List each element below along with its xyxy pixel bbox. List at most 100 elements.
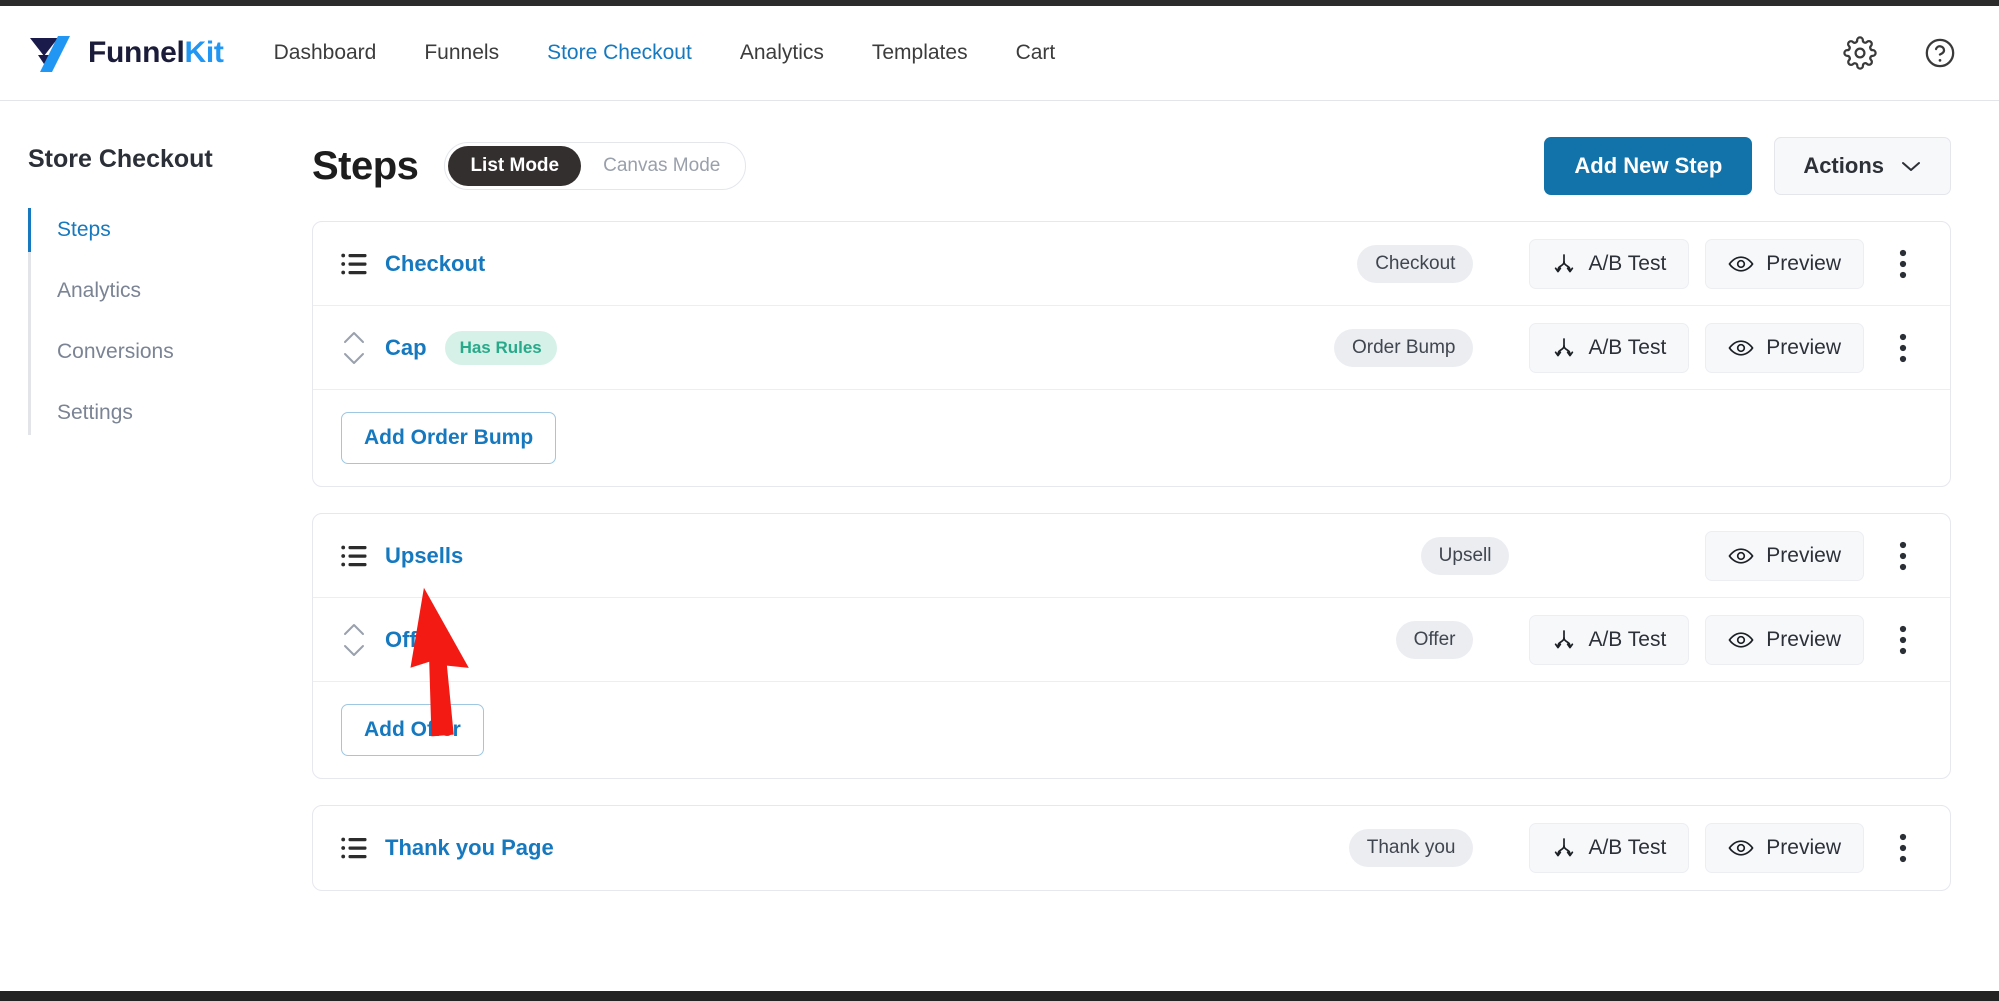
step-row-menu-button[interactable] bbox=[1886, 242, 1920, 286]
preview-label: Preview bbox=[1766, 627, 1841, 651]
preview-button[interactable]: Preview bbox=[1705, 322, 1864, 373]
step-row-menu-button[interactable] bbox=[1886, 618, 1920, 662]
browser-bottom-edge bbox=[0, 991, 1999, 1001]
step-row: Thank you Page Thank you A/B Test Previe… bbox=[313, 806, 1950, 890]
step-row-actions: A/B Test Preview bbox=[1529, 322, 1920, 373]
step-row-type: Thank you bbox=[913, 829, 1474, 867]
add-new-step-button[interactable]: Add New Step bbox=[1544, 137, 1753, 195]
add-step-row: Add Order Bump bbox=[313, 390, 1950, 486]
eye-icon bbox=[1728, 547, 1754, 564]
sort-updown-icon[interactable] bbox=[341, 618, 367, 662]
step-row-left: Thank you Page bbox=[341, 835, 554, 861]
thankyou-card: Thank you Page Thank you A/B Test Previe… bbox=[312, 805, 1951, 891]
top-nav-item-analytics[interactable]: Analytics bbox=[740, 41, 824, 65]
step-row-actions: A/B Test Preview bbox=[1565, 530, 1920, 581]
sidebar-item-conversions[interactable]: Conversions bbox=[31, 330, 290, 374]
more-vertical-icon[interactable] bbox=[1899, 541, 1907, 571]
header-actions: Add New Step Actions bbox=[1544, 137, 1951, 195]
sidebar-title: Store Checkout bbox=[28, 145, 213, 173]
step-row: Checkout Checkout A/B Test Preview bbox=[313, 222, 1950, 306]
top-nav-item-store-checkout[interactable]: Store Checkout bbox=[547, 41, 692, 65]
eye-icon bbox=[1728, 339, 1754, 356]
canvas-mode-option[interactable]: Canvas Mode bbox=[581, 146, 742, 186]
add-step-button[interactable]: Add Offer bbox=[341, 704, 484, 756]
ab-test-label: A/B Test bbox=[1588, 335, 1667, 359]
ab-split-icon bbox=[1555, 629, 1574, 648]
top-nav-item-dashboard[interactable]: Dashboard bbox=[274, 41, 377, 65]
step-row: Offer Offer A/B Test Preview bbox=[313, 598, 1950, 682]
top-nav-right-icons bbox=[1843, 36, 1957, 70]
page-header: Steps List Mode Canvas Mode Add New Step… bbox=[312, 101, 1951, 195]
preview-button[interactable]: Preview bbox=[1705, 530, 1864, 581]
step-row-actions: A/B Test Preview bbox=[1529, 614, 1920, 665]
preview-button[interactable]: Preview bbox=[1705, 614, 1864, 665]
preview-button[interactable]: Preview bbox=[1705, 823, 1864, 873]
actions-dropdown-button[interactable]: Actions bbox=[1774, 137, 1951, 195]
help-circle-icon[interactable] bbox=[1923, 36, 1957, 70]
ab-test-button[interactable]: A/B Test bbox=[1529, 823, 1690, 873]
ab-test-label: A/B Test bbox=[1588, 836, 1667, 859]
step-row-left: Upsells bbox=[341, 543, 463, 569]
preview-button[interactable]: Preview bbox=[1705, 238, 1864, 289]
step-name-link[interactable]: Offer bbox=[385, 627, 438, 653]
top-nav-item-templates[interactable]: Templates bbox=[872, 41, 968, 65]
view-mode-toggle[interactable]: List Mode Canvas Mode bbox=[444, 142, 747, 190]
step-row-type: Order Bump bbox=[913, 328, 1474, 367]
step-name-link[interactable]: Checkout bbox=[385, 251, 485, 277]
sidebar-item-analytics[interactable]: Analytics bbox=[31, 269, 290, 313]
step-type-badge: Upsell bbox=[1420, 536, 1510, 575]
more-vertical-icon[interactable] bbox=[1899, 625, 1907, 655]
sort-updown-icon[interactable] bbox=[341, 326, 367, 370]
ab-split-icon bbox=[1555, 337, 1574, 356]
sidebar: Store Checkout Steps Analytics Conversions… bbox=[0, 101, 290, 452]
step-row-actions: A/B Test Preview bbox=[1529, 238, 1920, 289]
more-vertical-icon[interactable] bbox=[1899, 833, 1907, 863]
ab-split-icon bbox=[1555, 253, 1574, 272]
step-row-menu-button[interactable] bbox=[1886, 326, 1920, 370]
list-mode-option[interactable]: List Mode bbox=[448, 146, 582, 186]
list-icon bbox=[341, 545, 367, 566]
step-name-link[interactable]: Upsells bbox=[385, 543, 463, 569]
main-content: Steps List Mode Canvas Mode Add New Step… bbox=[290, 101, 1999, 891]
step-row-type: Offer bbox=[913, 620, 1474, 659]
step-type-badge: Order Bump bbox=[1333, 328, 1474, 367]
add-step-button[interactable]: Add Order Bump bbox=[341, 412, 557, 464]
step-type-badge: Thank you bbox=[1348, 829, 1474, 867]
brand-name: FunnelKit bbox=[88, 36, 224, 70]
eye-icon bbox=[1728, 255, 1754, 272]
more-vertical-icon[interactable] bbox=[1899, 333, 1907, 363]
top-navigation-bar: FunnelKit Dashboard Funnels Store Checkout… bbox=[0, 6, 1999, 101]
ab-test-button[interactable]: A/B Test bbox=[1529, 322, 1690, 373]
top-nav-item-funnels[interactable]: Funnels bbox=[424, 41, 499, 65]
step-row-type: Checkout bbox=[913, 244, 1474, 283]
step-type-badge: Offer bbox=[1395, 620, 1474, 659]
sidebar-item-settings[interactable]: Settings bbox=[31, 391, 290, 435]
step-row-menu-button[interactable] bbox=[1886, 826, 1920, 870]
sidebar-item-steps[interactable]: Steps bbox=[28, 208, 290, 252]
more-vertical-icon[interactable] bbox=[1899, 249, 1907, 279]
list-icon bbox=[341, 253, 367, 274]
step-name-link[interactable]: Cap bbox=[385, 335, 427, 361]
brand-name-part1: Funnel bbox=[88, 36, 185, 69]
upsells-card: Upsells Upsell A/B Test Preview Offer Of… bbox=[312, 513, 1951, 779]
step-row-left: Checkout bbox=[341, 251, 485, 277]
ab-test-button[interactable]: A/B Test bbox=[1529, 614, 1690, 665]
step-row: Upsells Upsell A/B Test Preview bbox=[313, 514, 1950, 598]
ab-test-button[interactable]: A/B Test bbox=[1529, 238, 1690, 289]
sidebar-nav: Steps Analytics Conversions Settings bbox=[28, 208, 290, 435]
step-type-badge: Checkout bbox=[1357, 244, 1474, 283]
eye-icon bbox=[1728, 631, 1754, 648]
step-row-menu-button[interactable] bbox=[1886, 534, 1920, 578]
preview-label: Preview bbox=[1766, 836, 1841, 859]
chevron-down-icon bbox=[1902, 162, 1920, 171]
step-name-link[interactable]: Thank you Page bbox=[385, 835, 554, 861]
list-icon bbox=[341, 837, 367, 859]
step-row-actions: A/B Test Preview bbox=[1529, 823, 1920, 873]
brand-name-part2: Kit bbox=[184, 36, 224, 69]
top-nav-item-cart[interactable]: Cart bbox=[1016, 41, 1056, 65]
brand-logo[interactable]: FunnelKit bbox=[28, 34, 224, 72]
funnelkit-logo-icon bbox=[30, 36, 70, 72]
page-title: Steps bbox=[312, 143, 419, 188]
gear-icon[interactable] bbox=[1843, 36, 1877, 70]
steps-cards-container: Checkout Checkout A/B Test Preview Cap H… bbox=[312, 221, 1951, 891]
